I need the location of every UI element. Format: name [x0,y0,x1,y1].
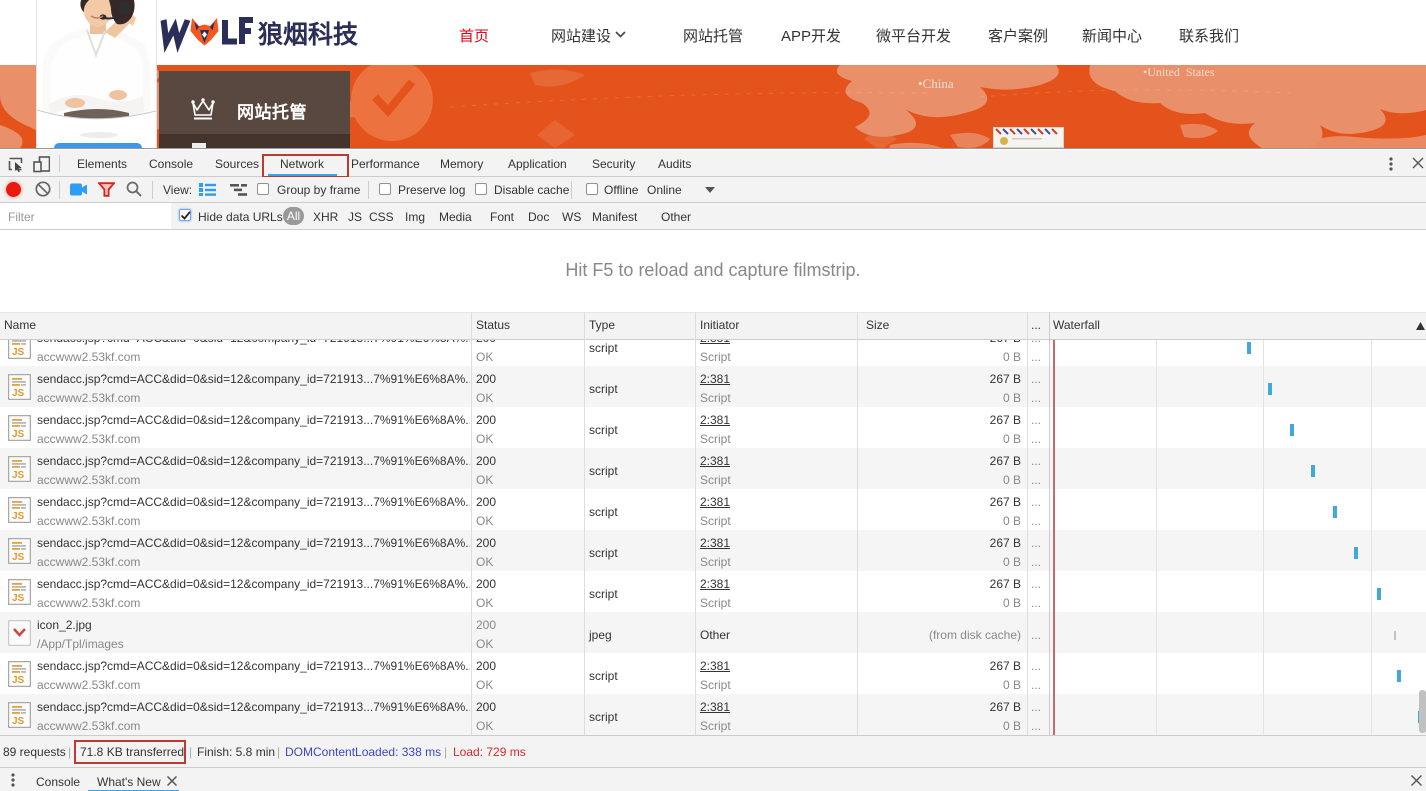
svg-text:JS: JS [12,347,25,358]
svg-text:JS: JS [12,388,25,399]
svg-text:JS: JS [12,552,25,563]
svg-text:JS: JS [12,716,25,727]
svg-text:JS: JS [12,511,25,522]
svg-text:JS: JS [12,470,25,481]
svg-text:JS: JS [12,675,25,686]
svg-text:JS: JS [12,429,25,440]
svg-text:JS: JS [12,593,25,604]
